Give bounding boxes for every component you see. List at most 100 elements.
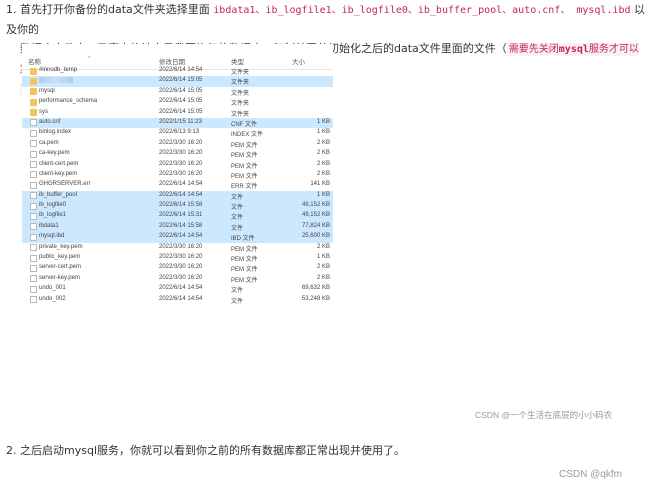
file-icon <box>30 181 37 189</box>
folder-icon <box>30 109 37 117</box>
column-date[interactable]: 修改日期 <box>159 56 185 66</box>
file-type: 文件 <box>231 215 244 222</box>
file-size: 1 KB <box>316 129 330 136</box>
file-type: 文件 <box>231 205 244 212</box>
file-name: #innodb_temp <box>39 67 78 73</box>
file-date: 2022/6/14 15:58 <box>159 202 203 209</box>
folder-icon <box>30 67 37 75</box>
file-row[interactable]: ibdata1 2022/6/14 15:58 文件 77,824 KB <box>22 221 333 233</box>
file-icon <box>30 192 37 200</box>
file-type: 文件夹 <box>231 70 250 76</box>
file-size: 77,824 KB <box>301 222 330 229</box>
file-row[interactable]: ib_buffer_pool 2022/6/14 14:54 文件 1 KB <box>22 190 333 202</box>
file-icon <box>30 296 37 304</box>
file-row[interactable]: ca.pem 2022/3/30 16:20 PEM 文件 2 KB <box>22 139 333 149</box>
file-row[interactable]: performance_schema 2022/6/14 15:05 文件夹 <box>22 97 333 107</box>
file-row[interactable]: ib_logfile1 2022/6/14 15:31 文件 49,152 KB <box>22 211 333 222</box>
file-icon <box>30 275 37 283</box>
file-size: 1 KB <box>316 118 330 125</box>
step-2-number: 2. <box>6 444 17 457</box>
file-size: 2 KB <box>316 243 330 250</box>
file-icon <box>30 264 37 272</box>
file-name: server-key.pem <box>39 274 80 281</box>
file-type: PEM 文件 <box>231 267 258 274</box>
file-name: performance_schema <box>39 98 98 105</box>
column-name[interactable]: 名称 <box>28 56 41 66</box>
file-icon <box>30 254 37 262</box>
page-watermark: CSDN @qkfm <box>559 469 622 480</box>
file-row[interactable]: public_key.pem 2022/3/30 16:20 PEM 文件 1 KB <box>22 253 333 263</box>
file-name: sys <box>39 108 48 115</box>
file-date: 2022/6/13 9:13 <box>159 129 200 136</box>
file-type: PEM 文件 <box>231 257 258 264</box>
file-name: ibdata1 <box>39 222 59 229</box>
file-name: mysql <box>39 87 55 94</box>
file-size: 49,152 KB <box>301 202 330 209</box>
file-row[interactable]: undo_001 2022/6/14 14:54 文件 69,632 KB <box>22 284 333 294</box>
file-name: ib_buffer_pool <box>39 191 77 198</box>
file-icon <box>30 150 37 158</box>
file-row[interactable]: #innodb_temp 2022/6/14 14:54 文件夹 <box>22 66 333 76</box>
file-type: ERR 文件 <box>231 184 258 191</box>
file-row[interactable]: undo_002 2022/6/14 14:54 文件 53,248 KB <box>22 295 333 305</box>
file-type: 文件夹 <box>231 101 250 108</box>
file-row[interactable]: private_key.pem 2022/3/30 16:20 PEM 文件 2 KB <box>22 243 333 253</box>
step-2-text: 之后启动mysql服务，你就可以看到你之前的所有数据库都正常出现并使用了。 <box>20 444 405 457</box>
file-name: client-key.pem <box>39 170 78 177</box>
file-name: undo_001 <box>39 285 66 292</box>
file-type: PEM 文件 <box>231 173 258 180</box>
step-2: 2. 之后启动mysql服务，你就可以看到你之前的所有数据库都正常出现并使用了。 <box>6 441 646 460</box>
step-1-code-files: ibdata1、ib_logfile1、ib_logfile0、ib_buffe… <box>213 5 631 16</box>
file-size: 2 KB <box>316 264 330 271</box>
mosaic-redaction <box>39 77 73 84</box>
folder-icon <box>30 88 37 96</box>
file-row[interactable]: ca-key.pem 2022/3/30 16:20 PEM 文件 2 KB <box>22 149 333 159</box>
file-date: 2022/6/14 14:54 <box>159 285 203 292</box>
file-row[interactable]: sys 2022/6/14 15:05 文件夹 <box>22 108 333 118</box>
image-watermark: CSDN @一个生活在底层的小小码农 <box>475 410 613 420</box>
file-type: PEM 文件 <box>231 153 258 160</box>
file-type: 文件夹 <box>231 80 250 87</box>
file-type: 文件 <box>231 225 244 232</box>
file-date: 2022/6/14 14:54 <box>159 295 203 302</box>
file-type: 文件 <box>231 288 244 295</box>
file-date: 2022/3/30 16:20 <box>159 264 203 271</box>
file-date: 2022/3/30 16:20 <box>159 243 203 250</box>
file-type: PEM 文件 <box>231 163 258 170</box>
file-list: #innodb_temp 2022/6/14 14:54 文件夹 2022/6/14 … <box>22 66 333 305</box>
file-row[interactable]: ib_logfile0 2022/6/14 15:58 文件 49,152 KB <box>22 201 333 212</box>
file-explorer-screenshot: ^ 名称 修改日期 类型 大小 #innodb_temp 2022/6/14 14… <box>22 44 333 316</box>
file-date: 2022/6/14 14:54 <box>159 181 203 188</box>
file-row[interactable]: binlog.index 2022/6/13 9:13 INDEX 文件 1 KB <box>22 128 333 138</box>
file-row[interactable]: auto.cnf 2022/1/15 11:23 CNF 文件 1 KB <box>22 117 333 129</box>
file-row[interactable]: server-key.pem 2022/3/30 16:20 PEM 文件 2 KB <box>22 274 333 284</box>
file-row[interactable]: client-cert.pem 2022/3/30 16:20 PEM 文件 2 KB <box>22 160 333 170</box>
column-size[interactable]: 大小 <box>292 56 305 66</box>
file-type: PEM 文件 <box>231 142 258 149</box>
file-size: 1 KB <box>316 191 330 198</box>
file-icon <box>30 202 37 210</box>
step-1-text-a: 首先打开你备份的data文件夹选择里面 <box>20 3 210 16</box>
file-type: 文件 <box>231 298 244 305</box>
file-row[interactable]: 2022/6/14 15:05 文件夹 <box>22 76 333 87</box>
sort-indicator-icon: ^ <box>88 56 91 62</box>
file-name: public_key.pem <box>39 254 81 261</box>
file-date: 2022/6/14 14:54 <box>159 233 203 240</box>
file-row[interactable]: server-cert.pem 2022/3/30 16:20 PEM 文件 2 KB <box>22 263 333 273</box>
file-icon <box>30 129 37 137</box>
file-date: 2022/6/14 14:54 <box>159 67 203 73</box>
file-date: 2022/6/14 15:05 <box>159 98 203 105</box>
file-type: 文件夹 <box>231 90 250 97</box>
file-size: 2 KB <box>316 274 330 281</box>
file-name: ca-key.pem <box>39 150 70 157</box>
file-row[interactable]: client-key.pem 2022/3/30 16:20 PEM 文件 2 KB <box>22 170 333 180</box>
file-icon <box>30 285 37 293</box>
column-type[interactable]: 类型 <box>231 56 244 66</box>
file-icon <box>30 223 37 231</box>
file-row[interactable]: GHGRSERVER.err 2022/6/14 14:54 ERR 文件 141 K… <box>22 180 333 190</box>
file-row[interactable]: mysql.ibd 2022/6/14 14:54 IBD 文件 25,600 KB <box>22 232 333 243</box>
folder-icon <box>30 98 37 106</box>
file-size: 141 KB <box>310 181 330 188</box>
file-row[interactable]: mysql 2022/6/14 15:05 文件夹 <box>22 87 333 97</box>
step-1-number: 1. <box>6 3 17 16</box>
